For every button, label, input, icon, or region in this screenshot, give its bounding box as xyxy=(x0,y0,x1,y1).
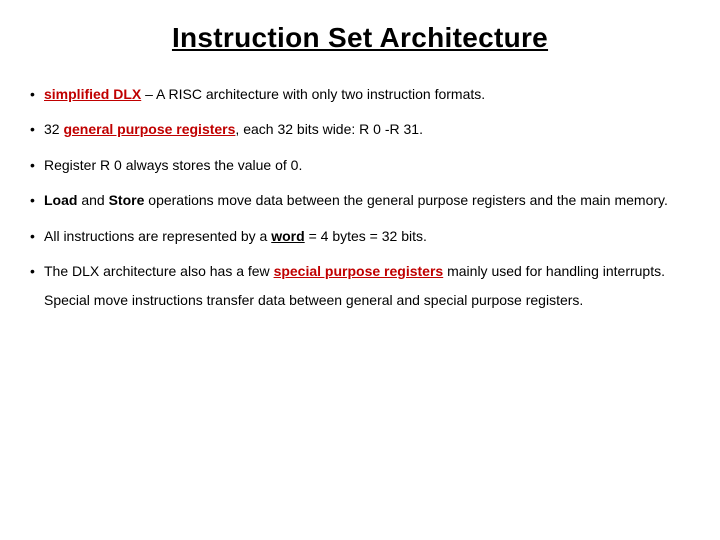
bullet-item: Load and Store operations move data betw… xyxy=(30,186,690,215)
bullet-item: All instructions are represented by a wo… xyxy=(30,222,690,251)
text-run: Store xyxy=(109,192,145,208)
text-run: and xyxy=(77,192,108,208)
bullet-item: Register R 0 always stores the value of … xyxy=(30,151,690,180)
text-run: special purpose registers xyxy=(274,263,444,279)
text-run: = 4 bytes = 32 bits. xyxy=(305,228,427,244)
bullet-list: simplified DLX – A RISC architecture wit… xyxy=(30,80,690,316)
text-run: general purpose registers xyxy=(63,121,235,137)
text-run: Register R 0 always stores the value of … xyxy=(44,157,302,173)
bullet-item: 32 general purpose registers, each 32 bi… xyxy=(30,115,690,144)
text-run: Load xyxy=(44,192,77,208)
text-run: operations move data between the general… xyxy=(144,192,667,208)
bullet-item: The DLX architecture also has a few spec… xyxy=(30,257,690,316)
text-run: word xyxy=(271,228,304,244)
text-run: simplified DLX xyxy=(44,86,141,102)
text-run: – A RISC architecture with only two inst… xyxy=(141,86,485,102)
text-run: All instructions are represented by a xyxy=(44,228,271,244)
text-run: The DLX architecture also has a few xyxy=(44,263,274,279)
bullet-item: simplified DLX – A RISC architecture wit… xyxy=(30,80,690,109)
text-run: , each 32 bits wide: R 0 -R 31. xyxy=(235,121,423,137)
text-run: 32 xyxy=(44,121,63,137)
slide: Instruction Set Architecture simplified … xyxy=(0,0,720,540)
slide-title: Instruction Set Architecture xyxy=(30,22,690,54)
